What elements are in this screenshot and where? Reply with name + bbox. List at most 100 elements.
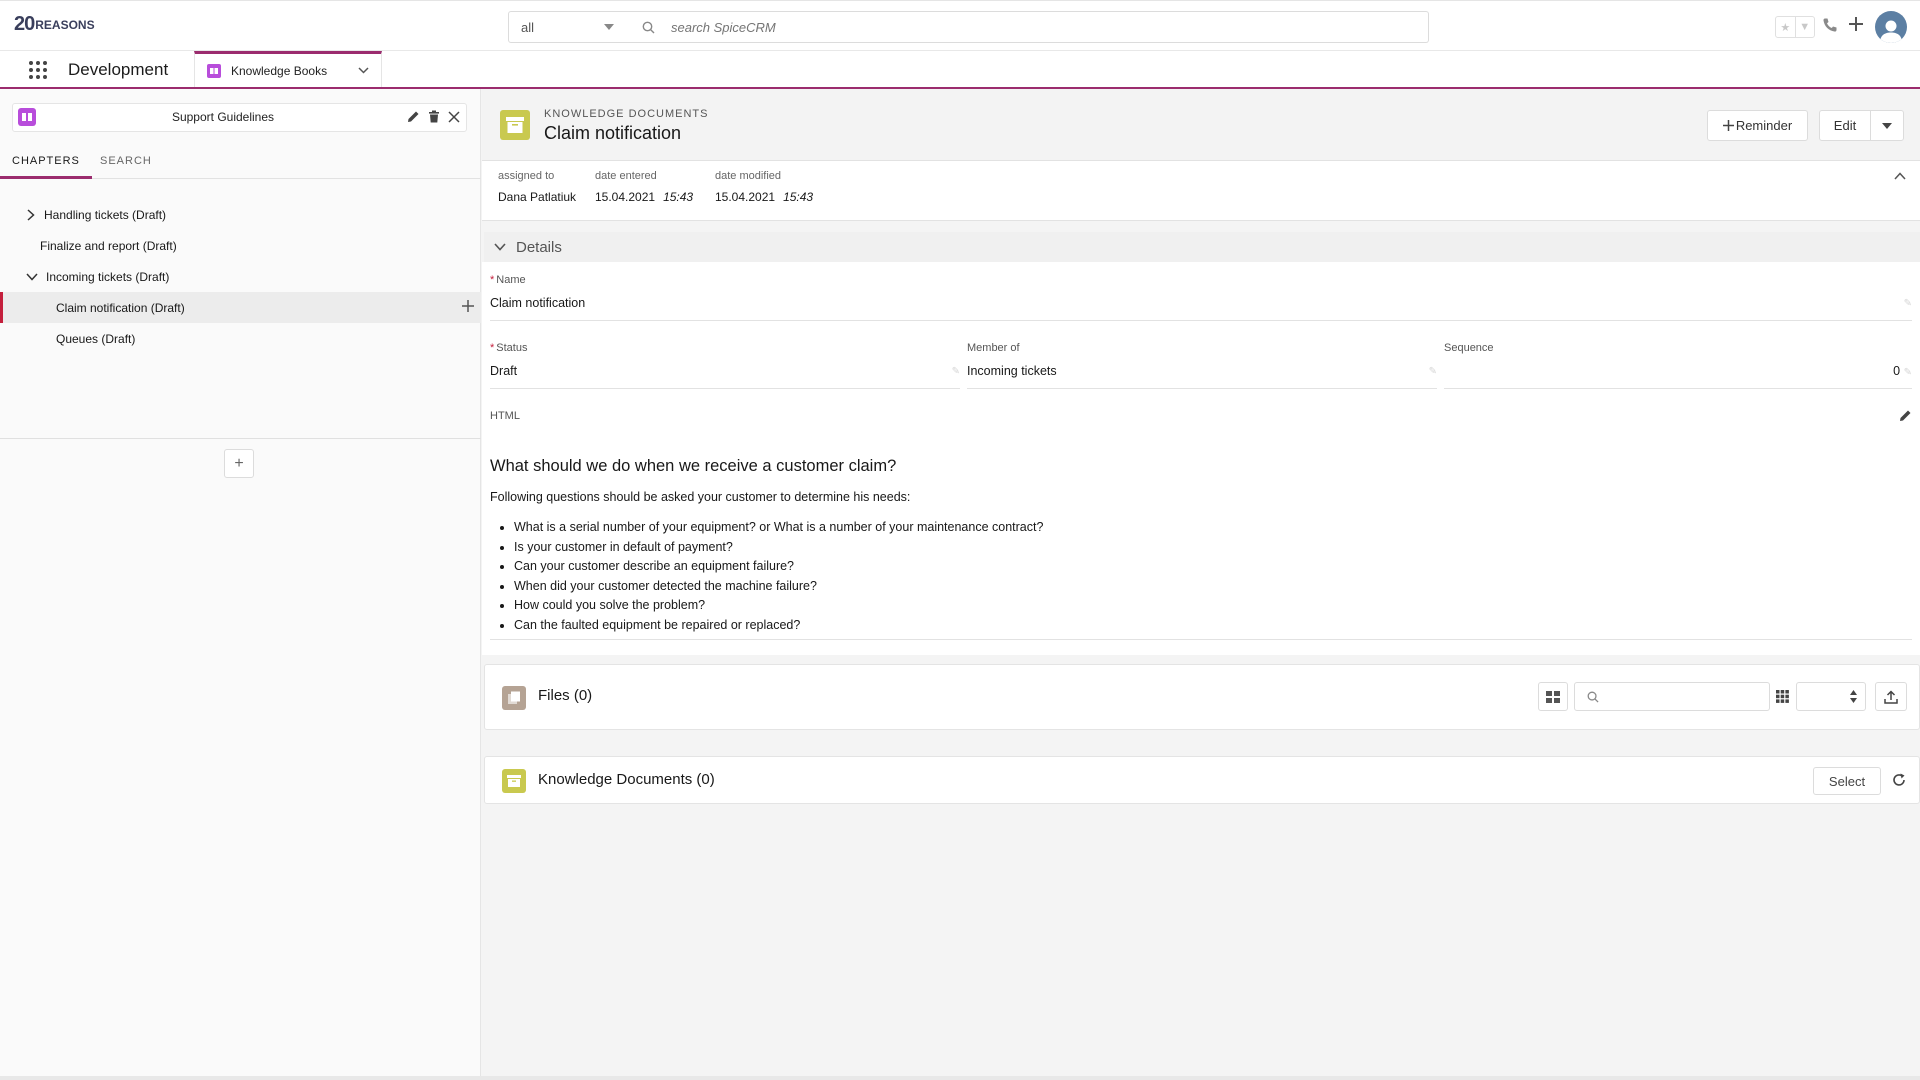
company-logo[interactable]: 20 REASONS (14, 13, 95, 36)
meta-assigned: assigned to Dana Patlatiuk (498, 170, 576, 204)
pencil-icon[interactable] (407, 110, 420, 123)
sequence-field[interactable]: Sequence 0 ✎ (1444, 342, 1912, 389)
chevron-down-icon[interactable] (358, 67, 369, 74)
meta-entered: date entered 15.04.2021 15:43 (595, 170, 693, 204)
reminder-label: Reminder (1735, 118, 1793, 133)
member-of-value[interactable]: Incoming tickets (967, 364, 1057, 378)
date-modified-value: 15.04.2021 15:43 (715, 190, 813, 204)
files-search-input[interactable] (1574, 682, 1770, 711)
add-chapter-button[interactable]: + (224, 449, 254, 478)
list-item: Can your customer describe an equipment … (514, 557, 1910, 577)
record-module: KNOWLEDGE DOCUMENTS (544, 108, 709, 120)
pencil-icon[interactable] (1899, 409, 1912, 422)
user-avatar[interactable] (1875, 11, 1907, 43)
more-actions-button[interactable] (1870, 110, 1904, 141)
date-entered-label: date entered (595, 170, 657, 182)
upload-icon (1884, 689, 1898, 704)
upload-button[interactable] (1875, 682, 1907, 711)
tree-item-label: Queues (Draft) (56, 331, 136, 346)
size-stepper[interactable] (1796, 682, 1866, 711)
date-modified-time: 15:43 (783, 190, 814, 204)
date-entered-date: 15.04.2021 (595, 190, 656, 204)
assigned-to-value[interactable]: Dana Patlatiuk (498, 190, 576, 204)
date-entered-time: 15:43 (663, 190, 694, 204)
chapter-panel: Support Guidelines CHAPTERS SEARCH Handl… (0, 89, 481, 1080)
app-launcher-icon[interactable] (28, 60, 48, 80)
tab-search[interactable]: SEARCH (100, 143, 152, 179)
name-value: Claim notification (490, 296, 586, 310)
list-item: Is your customer in default of payment? (514, 538, 1910, 558)
favorites-group: ★ ▼ (1775, 16, 1815, 38)
sequence-value: 0 (1893, 364, 1901, 378)
list-item: When did your customer detected the mach… (514, 577, 1910, 597)
tree-item[interactable]: Handling tickets (Draft) (0, 199, 481, 230)
edit-button[interactable]: Edit (1819, 110, 1871, 141)
tab-label: Knowledge Books (231, 63, 328, 78)
stepper-arrows-icon (1850, 690, 1857, 703)
chevron-down-icon[interactable] (26, 272, 38, 281)
pencil-icon[interactable]: ✎ (952, 366, 960, 377)
tree-item[interactable]: Incoming tickets (Draft) (0, 261, 481, 292)
files-panel: Files (0) (484, 664, 1920, 730)
status-label: Status (496, 342, 528, 354)
status-value: Draft (490, 364, 518, 378)
files-title: Files (0) (538, 687, 593, 704)
favorites-dropdown-icon[interactable]: ▼ (1796, 17, 1815, 37)
tree-item[interactable]: Finalize and report (Draft) (0, 230, 481, 261)
divider (0, 438, 481, 439)
tree-item-label: Finalize and report (Draft) (40, 238, 177, 253)
member-of-field[interactable]: Member of Incoming tickets ✎ (967, 342, 1437, 389)
html-field-header: HTML (490, 409, 1912, 422)
search-icon (1587, 691, 1599, 703)
tab-chapters[interactable]: CHAPTERS (0, 143, 92, 179)
add-subchapter-plus-icon[interactable] (461, 299, 475, 313)
apps-grid-icon[interactable] (1776, 690, 1789, 703)
pencil-icon[interactable]: ✎ (1429, 366, 1437, 377)
date-entered-value: 15.04.2021 15:43 (595, 190, 693, 204)
caret-down-icon (604, 24, 614, 30)
quick-create-plus-icon[interactable] (1848, 16, 1864, 32)
search-scope-select[interactable]: all (508, 11, 627, 43)
phone-icon[interactable] (1822, 17, 1838, 33)
logo-word: REASONS (35, 17, 95, 32)
status-field[interactable]: * Status Draft ✎ (490, 342, 960, 389)
logo-mark: 20 (14, 13, 35, 35)
tree-item-label: Handling tickets (Draft) (44, 207, 167, 222)
tree-item-label: Incoming tickets (Draft) (46, 269, 170, 284)
record-header: KNOWLEDGE DOCUMENTS Claim notification R… (482, 89, 1920, 161)
date-modified-label: date modified (715, 170, 782, 182)
pencil-icon[interactable]: ✎ (1904, 367, 1912, 378)
details-panel: * Name Claim notification ✎ * Status Draft ✎… (482, 262, 1920, 655)
tile-view-button[interactable] (1538, 682, 1568, 711)
divider (490, 639, 1912, 640)
caret-down-icon (1882, 122, 1892, 129)
reminder-button[interactable]: Reminder (1707, 110, 1808, 141)
refresh-icon[interactable] (1892, 773, 1906, 787)
trash-icon[interactable] (428, 110, 440, 123)
date-modified-date: 15.04.2021 (715, 190, 776, 204)
global-search[interactable] (626, 11, 1429, 43)
record-meta: assigned to Dana Patlatiuk date entered … (482, 161, 1920, 221)
chapter-tabs: CHAPTERS SEARCH (0, 143, 481, 179)
name-field[interactable]: * Name Claim notification ✎ (490, 274, 1912, 321)
assigned-to-label: assigned to (498, 170, 555, 182)
list-item: How could you solve the problem? (514, 596, 1910, 616)
knowledge-documents-title: Knowledge Documents (0) (538, 771, 715, 788)
close-icon[interactable] (448, 110, 460, 123)
book-name: Support Guidelines (171, 110, 275, 124)
tree-item-selected[interactable]: Claim notification (Draft) (0, 292, 481, 323)
chevron-down-icon (494, 243, 506, 251)
knowledge-book-icon (207, 63, 221, 78)
search-input[interactable] (669, 18, 1369, 36)
tab-knowledge-books[interactable]: Knowledge Books (194, 51, 382, 87)
chevron-up-icon[interactable] (1894, 172, 1906, 180)
pencil-icon[interactable]: ✎ (1904, 298, 1912, 309)
meta-modified: date modified 15.04.2021 15:43 (715, 170, 813, 204)
tree-item[interactable]: Queues (Draft) (0, 323, 481, 354)
details-section-header[interactable]: Details (484, 232, 1920, 262)
html-content[interactable]: What should we do when we receive a cust… (490, 457, 1910, 635)
select-button[interactable]: Select (1813, 767, 1881, 795)
list-item: What is a serial number of your equipmen… (514, 518, 1910, 538)
favorite-star-icon[interactable]: ★ (1776, 17, 1796, 37)
chevron-right-icon[interactable] (27, 208, 35, 221)
